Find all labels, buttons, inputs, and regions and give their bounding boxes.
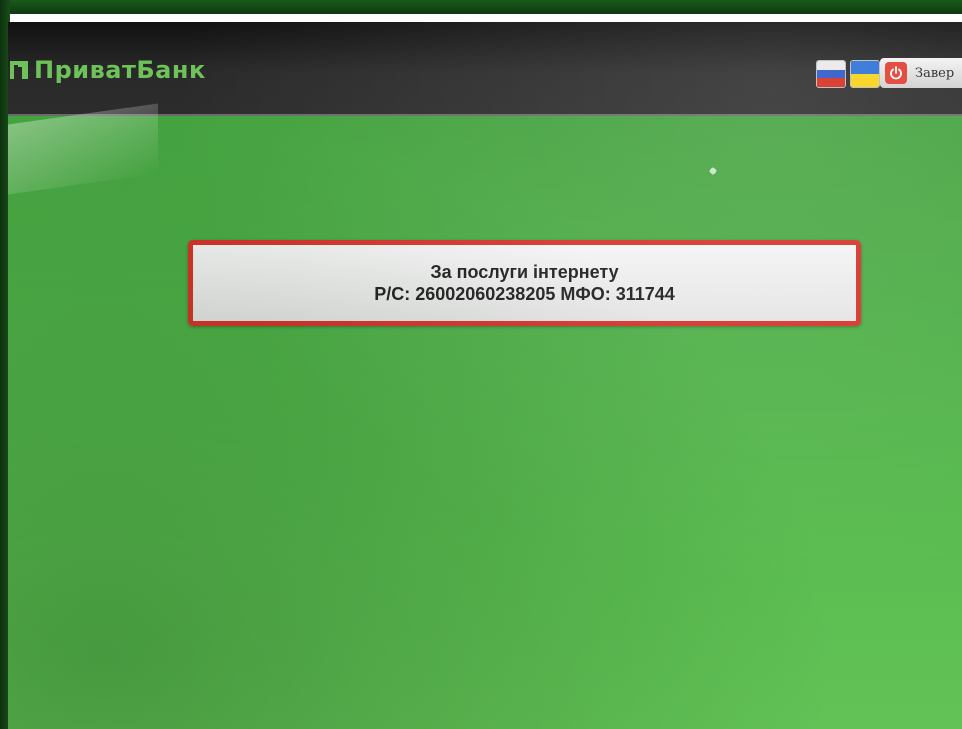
service-title: За послуги інтернету [430, 262, 619, 282]
exit-button[interactable]: Завер [880, 58, 962, 88]
payment-info-box: За послуги інтернету Р/С: 26002060238205… [188, 240, 861, 326]
atm-screen: ПриватБанк Завер За послуги інтернету Р/… [8, 22, 962, 729]
monitor-bezel-top [0, 0, 962, 14]
power-icon [885, 62, 907, 84]
screen-speck [708, 166, 718, 176]
account-details: Р/С: 26002060238205 МФО: 311744 [374, 284, 675, 304]
bank-logo-icon [8, 59, 30, 81]
ukrainian-flag-icon[interactable] [850, 60, 880, 88]
exit-label: Завер [915, 65, 955, 81]
header-bar: ПриватБанк Завер [8, 22, 962, 116]
russian-flag-icon[interactable] [816, 60, 846, 88]
privatbank-logo: ПриватБанк [8, 56, 206, 84]
screen-glare [8, 103, 158, 195]
bank-name: ПриватБанк [34, 56, 206, 84]
language-selector [816, 60, 884, 88]
atm-photo: ПриватБанк Завер За послуги інтернету Р/… [0, 0, 962, 729]
